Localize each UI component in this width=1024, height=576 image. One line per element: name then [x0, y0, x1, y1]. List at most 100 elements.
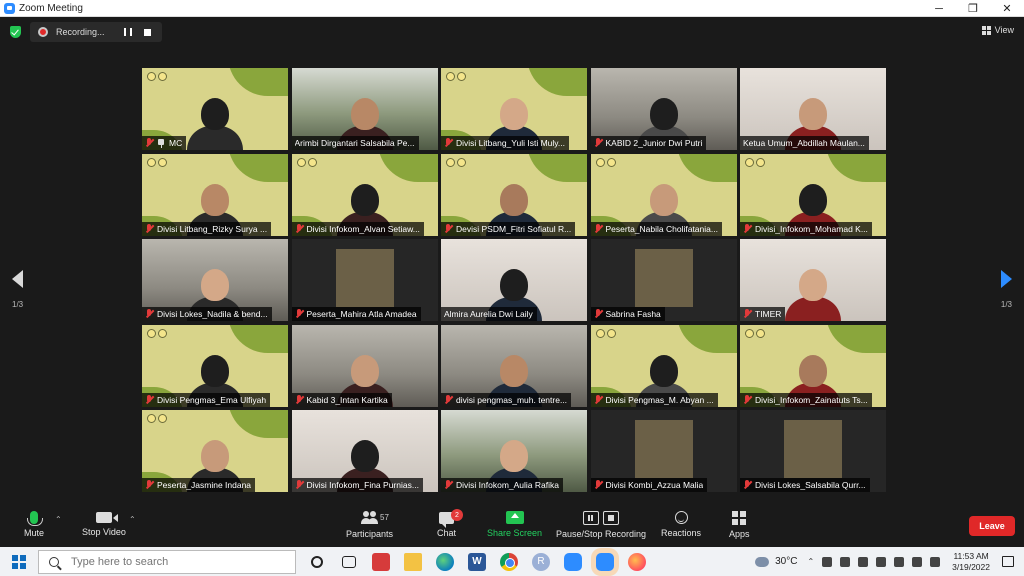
participant-tile[interactable]: Peserta_Mahira Atla Amadea	[291, 239, 438, 321]
participant-tile[interactable]: Divisi_Infokom_Mohamad K...	[740, 153, 886, 236]
participant-tile[interactable]: Kabid 3_Intan Kartika	[291, 324, 438, 407]
show-hidden-icons-caret[interactable]: ⌃	[807, 557, 814, 566]
edge-browser-icon[interactable]	[436, 552, 454, 571]
participant-tile[interactable]: Divisi Infokom_Alvan Setiaw...	[291, 153, 438, 236]
event-logo-icon	[446, 72, 468, 81]
zoom-meeting-taskbar-icon[interactable]	[596, 552, 614, 571]
stop-icon[interactable]	[603, 511, 620, 525]
gift-app-icon[interactable]	[372, 552, 390, 571]
stop-recording-icon[interactable]	[144, 28, 151, 36]
recording-controls	[583, 509, 620, 525]
arrow-left-icon[interactable]	[12, 270, 24, 288]
pause-recording-icon[interactable]	[124, 28, 132, 36]
participant-name: Kabid 3_Intan Kartika	[306, 394, 388, 405]
audio-options-caret[interactable]: ⌃	[55, 515, 62, 524]
mic-muted-icon	[594, 394, 602, 405]
stop-video-button[interactable]: Stop Video	[82, 509, 126, 537]
participant-tile[interactable]: Peserta_Nabila Cholifatania...	[590, 153, 737, 236]
close-button[interactable]: ✕	[990, 0, 1024, 17]
share-screen-button[interactable]: Share Screen	[487, 509, 542, 538]
participant-tile[interactable]: divisi pengmas_muh. tentre...	[441, 324, 587, 407]
chat-button[interactable]: 2 Chat	[437, 509, 463, 538]
next-page-nav[interactable]: 1/3	[1001, 270, 1012, 309]
chrome-browser-icon[interactable]	[500, 552, 518, 571]
left-page-number: 1/3	[12, 300, 24, 309]
participant-tile[interactable]: Divisi Kombi_Azzua Malia	[590, 410, 737, 492]
windows-start-icon[interactable]	[12, 554, 26, 569]
restore-button[interactable]: ❐	[956, 0, 990, 17]
participant-tile[interactable]: Divisi Litbang_Rizky Surya ...	[142, 153, 288, 236]
participant-tile[interactable]: Divisi Pengmas_M. Abyan ...	[590, 324, 737, 407]
profile-photo	[634, 249, 693, 307]
view-button[interactable]: View	[981, 25, 1014, 35]
profile-avatar-icon[interactable]: R	[532, 552, 550, 571]
participant-tile[interactable]: TIMER	[740, 239, 886, 321]
window-controls: ─ ❐ ✕	[922, 0, 1024, 17]
network-icon[interactable]	[876, 556, 887, 567]
participant-name: Divisi Pengmas_M. Abyan ...	[605, 394, 714, 405]
zoom-tray-icon[interactable]	[840, 556, 851, 567]
leave-button[interactable]: Leave	[969, 516, 1015, 536]
participant-name: Divisi Pengmas_Ema Ulfiyah	[157, 394, 267, 405]
taskbar-search-input[interactable]	[71, 555, 281, 568]
keyboard-icon[interactable]	[930, 556, 941, 567]
apps-button[interactable]: Apps	[729, 509, 750, 539]
participant-tile[interactable]: Ketua Umum_Abdillah Maulan...	[740, 68, 886, 150]
taskbar-search[interactable]	[38, 549, 296, 574]
participant-tile[interactable]: Divisi Infokom_Fina Purnias...	[291, 410, 438, 492]
battery-icon[interactable]	[894, 556, 905, 567]
participant-tile[interactable]: MC	[142, 68, 288, 150]
participant-tile[interactable]: Devisi PSDM_Fitri Sofiatul R...	[441, 153, 587, 236]
participant-tile[interactable]: Sabrina Fasha	[590, 239, 737, 321]
participant-tile[interactable]: Arimbi Dirgantari Salsabila Pe...	[291, 68, 438, 150]
reactions-button[interactable]: Reactions	[661, 509, 701, 538]
clock-time: 11:53 AM	[953, 550, 989, 561]
zoom-taskbar-icon[interactable]	[564, 552, 582, 571]
profile-photo	[784, 420, 842, 478]
zoom-app-icon	[4, 2, 15, 14]
meet-now-icon[interactable]	[822, 556, 833, 567]
pause-stop-recording-button[interactable]: Pause/Stop Recording	[556, 509, 646, 539]
cortana-icon[interactable]	[311, 555, 323, 568]
participant-name-bar: Divisi Litbang_Rizky Surya ...	[142, 221, 272, 236]
participant-tile[interactable]: KABID 2_Junior Dwi Putri	[590, 68, 737, 150]
stop-video-label: Stop Video	[82, 527, 126, 537]
volume-icon[interactable]	[912, 556, 923, 567]
mic-muted-icon	[743, 480, 751, 490]
participant-tile[interactable]: Divisi Pengmas_Ema Ulfiyah	[142, 324, 288, 407]
pause-icon[interactable]	[583, 511, 600, 525]
video-options-caret[interactable]: ⌃	[129, 515, 136, 524]
taskbar-clock[interactable]: 11:53 AM 3/19/2022	[952, 551, 990, 573]
prev-page-nav[interactable]: 1/3	[12, 270, 23, 309]
microphone-icon	[27, 511, 43, 526]
right-page-number: 1/3	[1000, 300, 1012, 309]
participant-tile[interactable]: Divisi_Infokom_Zainatuts Ts...	[740, 324, 886, 407]
participant-name-bar: Divisi Pengmas_M. Abyan ...	[590, 392, 718, 407]
mute-button[interactable]: Mute	[24, 509, 44, 538]
firefox-browser-icon[interactable]	[628, 552, 646, 571]
file-explorer-icon[interactable]	[404, 552, 422, 571]
participants-icon	[360, 511, 379, 525]
participant-tile[interactable]: Divisi Litbang_Yuli Isti Muly...	[441, 68, 587, 150]
participant-tile[interactable]: Divisi Infokom_Aulia Rafika	[441, 410, 587, 492]
participant-tile[interactable]: Peserta_Jasmine Indana	[142, 410, 288, 492]
task-view-icon[interactable]	[342, 555, 356, 568]
security-shield-icon[interactable]	[10, 26, 21, 38]
participant-tile[interactable]: Divisi Lokes_Salsabila Qurr...	[740, 410, 886, 492]
participant-tile[interactable]: Almira Aurelia Dwi Laily	[441, 239, 587, 321]
pause-stop-recording-label: Pause/Stop Recording	[556, 529, 647, 539]
arrow-right-icon[interactable]	[1000, 270, 1012, 288]
minimize-button[interactable]: ─	[922, 0, 956, 17]
mic-muted-icon	[444, 223, 452, 234]
word-app-icon[interactable]: W	[468, 552, 486, 571]
clock-date: 3/19/2022	[952, 561, 990, 572]
weather-widget[interactable]: 30°C	[755, 556, 797, 567]
participant-tile[interactable]: Divisi Lokes_Nadila & bend...	[142, 239, 288, 321]
participant-name-bar: Peserta_Nabila Cholifatania...	[590, 221, 722, 236]
mic-muted-icon	[444, 480, 452, 490]
participant-name: divisi pengmas_muh. tentre...	[456, 394, 568, 405]
notifications-icon[interactable]	[1002, 556, 1014, 567]
participant-name-bar: Sabrina Fasha	[590, 307, 665, 321]
temperature: 30°C	[775, 556, 798, 567]
microphone-tray-icon[interactable]	[858, 556, 869, 567]
